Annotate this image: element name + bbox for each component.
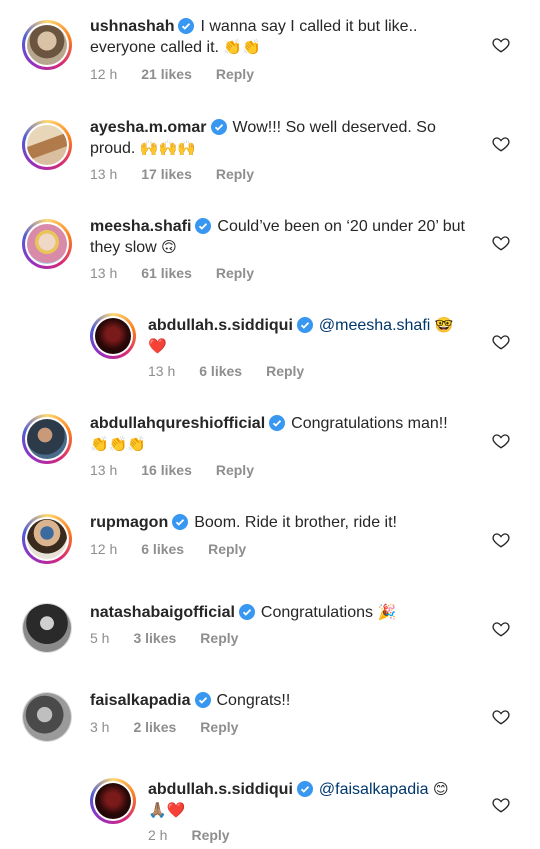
comment-meta: 2 h Reply <box>148 826 254 844</box>
reply-button[interactable]: Reply <box>266 363 304 379</box>
timestamp: 5 h <box>90 630 110 646</box>
timestamp: 13 h <box>90 462 118 478</box>
heart-icon[interactable] <box>492 531 510 549</box>
heart-icon[interactable] <box>492 135 510 153</box>
comment-text: abdullah.s.siddiqui @meesha.shafi 🤓 ❤️ <box>148 315 468 357</box>
emoji-clap: 👏👏 <box>223 38 261 56</box>
reply-button[interactable]: Reply <box>200 719 238 735</box>
comment-body: Boom. Ride it brother, ride it! <box>194 514 397 531</box>
comment-text: ayesha.m.omar Wow!!! So well deserved. So… <box>90 118 470 159</box>
comment-meta: 12 h 21 likes Reply <box>90 65 278 83</box>
avatar[interactable] <box>22 20 72 70</box>
reply-button[interactable]: Reply <box>216 265 254 281</box>
verified-badge-icon <box>296 781 313 797</box>
reply-button[interactable]: Reply <box>191 827 229 843</box>
emoji-upside-down: 🙃 <box>161 238 177 256</box>
verified-badge-icon <box>296 317 313 333</box>
comment-meta: 13 h 6 likes Reply <box>148 362 328 380</box>
likes-count[interactable]: 3 likes <box>133 630 176 646</box>
username[interactable]: faisalkapadia <box>90 692 191 709</box>
username[interactable]: meesha.shafi <box>90 218 191 235</box>
comment-text: faisalkapadia Congrats!! <box>90 691 470 711</box>
verified-badge-icon <box>178 18 195 34</box>
username[interactable]: abdullahqureshiofficial <box>90 415 265 432</box>
timestamp: 2 h <box>148 827 168 843</box>
verified-badge-icon <box>238 604 255 620</box>
emoji-raised-hands: 🙌🙌🙌 <box>139 139 196 157</box>
timestamp: 13 h <box>90 265 118 281</box>
reply-button[interactable]: Reply <box>216 66 254 82</box>
avatar[interactable] <box>22 603 72 653</box>
verified-badge-icon <box>210 119 227 135</box>
comment-body: Congratulations <box>260 604 373 621</box>
avatar[interactable] <box>90 778 136 824</box>
mention-link[interactable]: @meesha.shafi <box>319 317 430 334</box>
timestamp: 13 h <box>90 166 118 182</box>
heart-icon[interactable] <box>492 620 510 638</box>
emoji-party: 🎉 <box>377 603 397 621</box>
comment-meta: 5 h 3 likes Reply <box>90 629 262 647</box>
comments-list: ushnashah I wanna say I called it but lik… <box>0 0 540 849</box>
avatar[interactable] <box>90 313 136 359</box>
timestamp: 12 h <box>90 66 118 82</box>
avatar[interactable] <box>22 120 72 170</box>
verified-badge-icon <box>195 218 212 234</box>
avatar[interactable] <box>22 692 72 742</box>
timestamp: 12 h <box>90 541 118 557</box>
comment-text: ushnashah I wanna say I called it but lik… <box>90 17 470 58</box>
heart-icon[interactable] <box>492 796 510 814</box>
likes-count[interactable]: 2 likes <box>133 719 176 735</box>
comment-text: abdullahqureshiofficial Congratulations m… <box>90 414 470 455</box>
comment-body: Congrats!! <box>216 692 291 709</box>
verified-badge-icon <box>172 514 189 530</box>
timestamp: 13 h <box>148 363 176 379</box>
heart-icon[interactable] <box>492 36 510 54</box>
comment-meta: 13 h 17 likes Reply <box>90 165 278 183</box>
username[interactable]: natashabaigofficial <box>90 604 235 621</box>
comment-meta: 12 h 6 likes Reply <box>90 540 270 558</box>
heart-icon[interactable] <box>492 234 510 252</box>
comment-body: Congratulations man!! <box>291 415 448 432</box>
likes-count[interactable]: 17 likes <box>141 166 192 182</box>
username[interactable]: abdullah.s.siddiqui <box>148 781 293 798</box>
heart-icon[interactable] <box>492 432 510 450</box>
comment-meta: 13 h 61 likes Reply <box>90 264 278 282</box>
reply-button[interactable]: Reply <box>200 630 238 646</box>
likes-count[interactable]: 6 likes <box>141 541 184 557</box>
likes-count[interactable]: 16 likes <box>141 462 192 478</box>
comment-meta: 3 h 2 likes Reply <box>90 718 262 736</box>
verified-badge-icon <box>194 692 211 708</box>
likes-count[interactable]: 21 likes <box>141 66 192 82</box>
avatar[interactable] <box>22 219 72 269</box>
timestamp: 3 h <box>90 719 110 735</box>
heart-icon[interactable] <box>492 708 510 726</box>
verified-badge-icon <box>269 415 286 431</box>
avatar[interactable] <box>22 514 72 564</box>
emoji-clap: 👏👏👏 <box>90 435 147 453</box>
comment-meta: 13 h 16 likes Reply <box>90 461 278 479</box>
avatar[interactable] <box>22 414 72 464</box>
comment-text: abdullah.s.siddiqui @faisalkapadia 😊 🙏🏽❤️ <box>148 779 468 821</box>
heart-icon[interactable] <box>492 333 510 351</box>
username[interactable]: abdullah.s.siddiqui <box>148 317 293 334</box>
username[interactable]: rupmagon <box>90 514 168 531</box>
reply-button[interactable]: Reply <box>216 166 254 182</box>
reply-button[interactable]: Reply <box>208 541 246 557</box>
username[interactable]: ushnashah <box>90 18 174 35</box>
likes-count[interactable]: 6 likes <box>199 363 242 379</box>
comment-text: meesha.shafi Could’ve been on ‘20 under 2… <box>90 217 470 258</box>
mention-link[interactable]: @faisalkapadia <box>319 781 429 798</box>
username[interactable]: ayesha.m.omar <box>90 119 207 136</box>
reply-button[interactable]: Reply <box>216 462 254 478</box>
likes-count[interactable]: 61 likes <box>141 265 192 281</box>
comment-text: rupmagon Boom. Ride it brother, ride it! <box>90 513 470 533</box>
comment-text: natashabaigofficial Congratulations 🎉 <box>90 602 470 623</box>
